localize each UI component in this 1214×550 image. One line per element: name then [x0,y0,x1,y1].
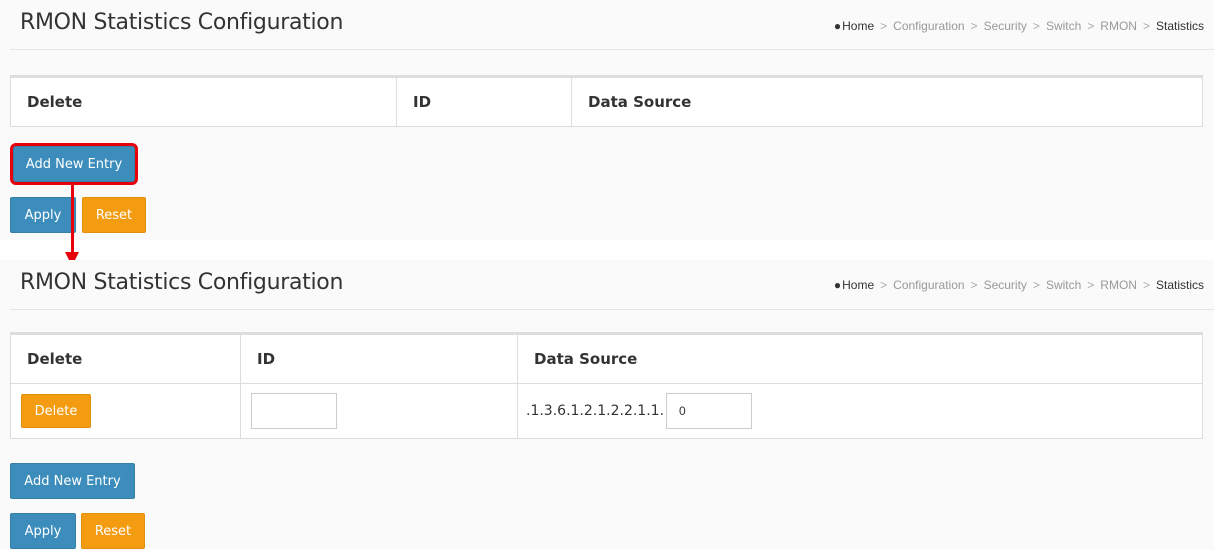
column-header-delete: Delete [10,332,241,384]
breadcrumb-separator: > [880,278,888,292]
column-header-delete: Delete [10,75,397,127]
breadcrumb-separator: > [1087,278,1095,292]
breadcrumb-home[interactable]: Home [842,278,874,292]
breadcrumb-separator: > [880,19,888,33]
reset-button[interactable]: Reset [81,513,145,549]
arrow-line [71,185,74,255]
column-header-id: ID [240,332,518,384]
column-header-data-source: Data Source [571,75,1203,127]
divider [10,49,1214,50]
data-source-cell: .1.3.6.1.2.1.2.2.1.1. [517,383,1203,439]
home-icon: ● [833,278,842,292]
delete-cell: Delete [10,383,241,439]
column-header-id: ID [396,75,572,127]
home-icon: ● [833,19,842,33]
breadcrumb-configuration[interactable]: Configuration [893,278,964,292]
breadcrumb-rmon[interactable]: RMON [1100,19,1137,33]
breadcrumb-rmon[interactable]: RMON [1100,278,1137,292]
rmon-config-before: RMON Statistics Configuration ● Home > C… [0,0,1214,240]
rmon-config-after: RMON Statistics Configuration ● Home > C… [0,260,1214,550]
breadcrumb-configuration[interactable]: Configuration [893,19,964,33]
statistics-table: Delete ID Data Source [10,75,1203,127]
column-header-data-source: Data Source [517,332,1203,384]
table-header-row: Delete ID Data Source [10,332,1203,384]
breadcrumb-switch[interactable]: Switch [1046,19,1081,33]
breadcrumb-home[interactable]: Home [842,19,874,33]
id-input[interactable] [251,393,337,429]
breadcrumb: ● Home > Configuration > Security > Swit… [834,278,1204,292]
statistics-table: Delete ID Data Source Delete .1.3.6.1.2.… [10,332,1203,439]
breadcrumb-switch[interactable]: Switch [1046,278,1081,292]
breadcrumb-separator: > [1032,278,1040,292]
divider [10,309,1214,310]
breadcrumb-security[interactable]: Security [984,278,1027,292]
breadcrumb: ● Home > Configuration > Security > Swit… [834,19,1204,33]
breadcrumb-separator: > [1142,19,1150,33]
breadcrumb-separator: > [1087,19,1095,33]
breadcrumb-security[interactable]: Security [984,19,1027,33]
apply-button[interactable]: Apply [10,197,76,233]
delete-button[interactable]: Delete [21,394,91,428]
reset-button[interactable]: Reset [82,197,146,233]
page-title: RMON Statistics Configuration [20,10,344,35]
apply-button[interactable]: Apply [10,513,76,549]
data-source-prefix: .1.3.6.1.2.1.2.2.1.1. [526,403,665,419]
breadcrumb-separator: > [970,19,978,33]
id-cell [240,383,518,439]
breadcrumb-current: Statistics [1155,19,1204,33]
breadcrumb-separator: > [1032,19,1040,33]
data-source-input[interactable] [666,393,753,429]
breadcrumb-current: Statistics [1155,278,1204,292]
breadcrumb-separator: > [1142,278,1150,292]
add-new-entry-button[interactable]: Add New Entry [10,463,135,499]
table-row: Delete .1.3.6.1.2.1.2.2.1.1. [10,383,1203,439]
table-header-row: Delete ID Data Source [10,75,1203,127]
highlight-box [10,143,138,185]
breadcrumb-separator: > [970,278,978,292]
page-title: RMON Statistics Configuration [20,270,344,295]
